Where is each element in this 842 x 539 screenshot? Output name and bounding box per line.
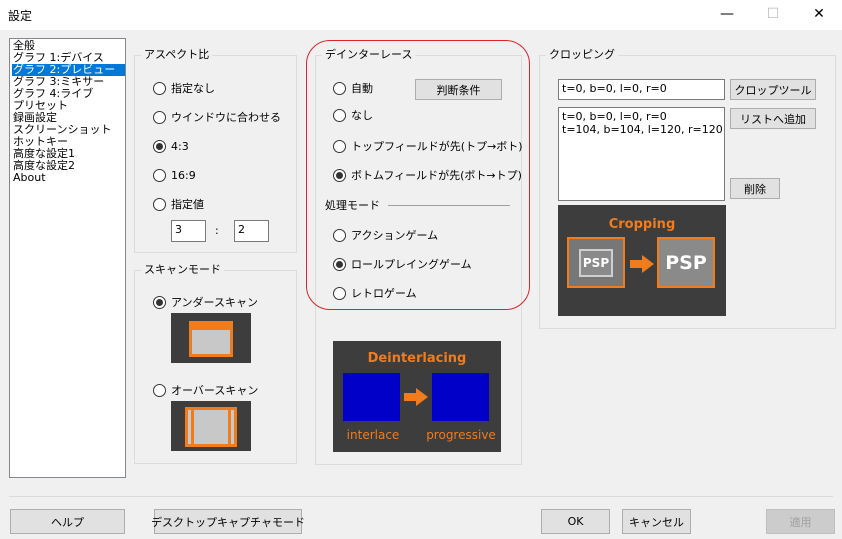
deinterlace-option-top-field-first[interactable]: トップフィールドが先(トプ→ボト)	[333, 138, 523, 154]
help-button[interactable]: ヘルプ	[10, 509, 125, 534]
underscan-bar	[192, 324, 230, 330]
radio-indicator	[153, 110, 166, 124]
process-mode-divider	[388, 205, 510, 206]
underscan-frame	[189, 321, 233, 357]
interlace-moon-box	[343, 373, 400, 421]
aspect-ratio-title: アスペクト比	[141, 48, 213, 61]
aspect-colon: :	[215, 224, 219, 237]
arrow-right-icon	[404, 388, 428, 406]
radio-indicator	[333, 168, 346, 182]
crop-tool-button[interactable]: クロップツール	[730, 79, 816, 100]
progressive-moon-icon	[449, 381, 465, 413]
radio-indicator	[333, 81, 346, 95]
scan-mode-title: スキャンモード	[141, 263, 224, 276]
criteria-button[interactable]: 判断条件	[415, 79, 502, 100]
radio-indicator	[333, 139, 346, 153]
crop-list[interactable]: t=0, b=0, l=0, r=0 t=104, b=104, l=120, …	[558, 107, 725, 201]
process-mode-title: 処理モード	[325, 199, 380, 212]
aspect-option-16-9[interactable]: 16:9	[153, 167, 196, 183]
radio-indicator	[333, 108, 346, 122]
crop-list-item[interactable]: t=104, b=104, l=120, r=120	[562, 123, 723, 136]
mode-option-action[interactable]: アクションゲーム	[333, 227, 438, 243]
overscan-illustration	[171, 401, 251, 451]
scan-option-underscan[interactable]: アンダースキャン	[153, 294, 258, 310]
radio-indicator	[153, 81, 166, 95]
crop-value-field[interactable]: t=0, b=0, l=0, r=0	[558, 79, 725, 100]
radio-indicator	[153, 197, 166, 211]
mode-option-retro[interactable]: レトロゲーム	[333, 285, 417, 301]
interlace-caption: interlace	[346, 428, 400, 442]
cropping-title: クロッピング	[546, 48, 618, 61]
deinterlacing-illustration: Deinterlacing interlace progressive	[333, 341, 501, 452]
desktop-capture-mode-button[interactable]: デスクトップキャプチャモード	[151, 509, 305, 534]
overscan-edge-right	[228, 410, 231, 444]
ok-button[interactable]: OK	[541, 509, 610, 534]
deinterlace-option-auto[interactable]: 自動	[333, 80, 373, 96]
minimize-button[interactable]: —	[704, 0, 750, 30]
deinterlacing-illustration-title: Deinterlacing	[367, 351, 467, 366]
apply-button[interactable]: 適用	[766, 509, 835, 534]
aspect-option-custom[interactable]: 指定値	[153, 196, 204, 212]
aspect-option-fit-window[interactable]: ウインドウに合わせる	[153, 109, 281, 125]
crop-before-label: PSP	[579, 249, 613, 277]
crop-after-label: PSP	[657, 237, 715, 288]
cancel-button[interactable]: キャンセル	[622, 509, 691, 534]
aspect-option-4-3[interactable]: 4:3	[153, 138, 189, 154]
radio-indicator	[153, 139, 166, 153]
scan-option-overscan[interactable]: オーバースキャン	[153, 382, 258, 398]
crop-before-frame: PSP	[567, 237, 625, 288]
progressive-caption: progressive	[426, 428, 496, 442]
arrow-right-icon	[630, 255, 654, 273]
aspect-height-input[interactable]: 2	[234, 220, 269, 242]
title-bar: 設定 — ☐ ✕	[0, 0, 842, 30]
interlace-moon-icon	[353, 381, 383, 413]
window-title: 設定	[8, 9, 33, 23]
nav-item-about[interactable]: About	[12, 172, 125, 184]
crop-list-item[interactable]: t=0, b=0, l=0, r=0	[562, 110, 721, 123]
footer-divider	[9, 496, 833, 497]
settings-category-list[interactable]: 全般 グラフ 1:デバイス グラフ 2:プレビュー グラフ 3:ミキサー グラフ…	[9, 38, 126, 478]
radio-indicator	[333, 286, 346, 300]
radio-indicator	[333, 257, 346, 271]
radio-indicator	[333, 228, 346, 242]
radio-indicator	[153, 168, 166, 182]
cropping-illustration: Cropping PSP PSP	[558, 205, 726, 316]
deinterlace-title: デインターレース	[322, 48, 416, 61]
cropping-illustration-title: Cropping	[608, 217, 676, 232]
radio-indicator	[153, 295, 166, 309]
deinterlace-option-none[interactable]: なし	[333, 107, 373, 123]
add-to-list-button[interactable]: リストへ追加	[730, 108, 816, 129]
underscan-illustration	[171, 313, 251, 363]
deinterlace-option-bottom-field-first[interactable]: ボトムフィールドが先(ボト→トプ)	[333, 167, 522, 183]
overscan-edge-left	[191, 410, 194, 444]
delete-button[interactable]: 削除	[730, 178, 780, 199]
close-button[interactable]: ✕	[796, 0, 842, 30]
radio-indicator	[153, 383, 166, 397]
aspect-width-input[interactable]: 3	[171, 220, 206, 242]
aspect-option-none[interactable]: 指定なし	[153, 80, 215, 96]
maximize-button[interactable]: ☐	[750, 0, 796, 30]
progressive-moon-box	[432, 373, 489, 421]
mode-option-rpg[interactable]: ロールプレイングゲーム	[333, 256, 472, 272]
overscan-frame	[185, 407, 237, 447]
